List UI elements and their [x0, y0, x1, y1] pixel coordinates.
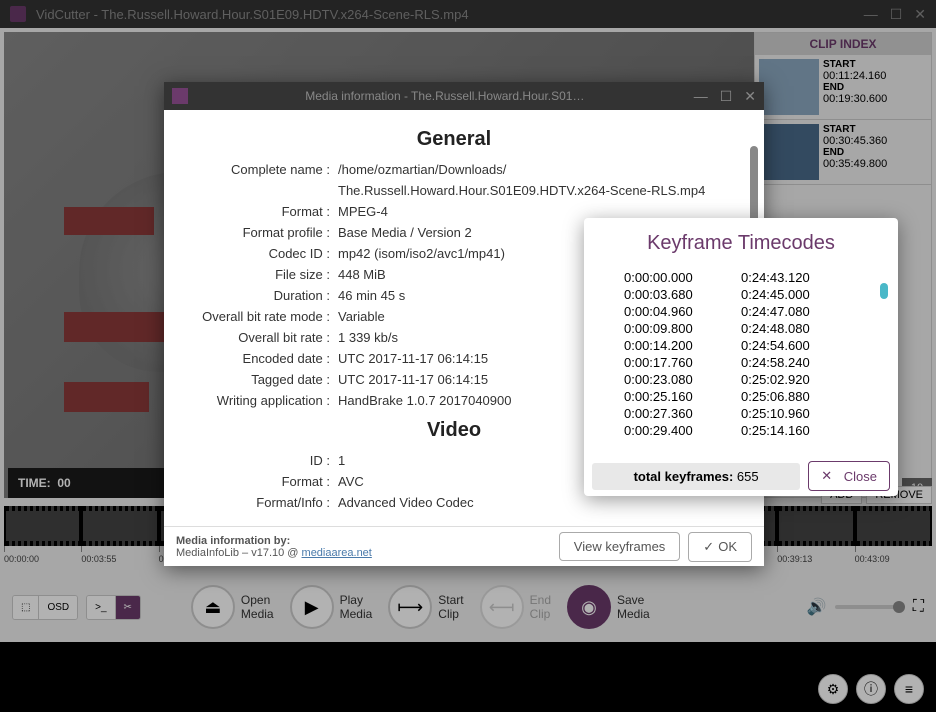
keyframe-title: Keyframe Timecodes	[584, 218, 898, 269]
dialog-titlebar[interactable]: Media information - The.Russell.Howard.H…	[164, 82, 764, 110]
app-icon	[10, 6, 26, 22]
app-title: VidCutter - The.Russell.Howard.Hour.S01E…	[36, 7, 469, 22]
info-button[interactable]: ⓘ	[856, 674, 886, 704]
clip-thumbnail	[759, 59, 819, 115]
info-icon: ⓘ	[864, 679, 878, 699]
fullscreen-icon[interactable]: ⛶	[913, 598, 924, 616]
layout-toggle[interactable]: ⬚	[13, 596, 39, 619]
end-clip-button: ⟻ EndClip	[476, 581, 555, 633]
minimize-icon[interactable]: —	[694, 88, 708, 105]
minimize-icon[interactable]: —	[864, 6, 878, 23]
check-icon: ✓	[703, 539, 714, 555]
keyframe-column: 0:00:00.0000:00:03.6800:00:04.9600:00:09…	[624, 269, 741, 449]
app-titlebar: VidCutter - The.Russell.Howard.Hour.S01E…	[0, 0, 936, 28]
volume-slider[interactable]	[835, 605, 905, 609]
start-clip-button[interactable]: ⟼ StartClip	[384, 581, 467, 633]
eject-icon: ⏏	[191, 585, 235, 629]
play-media-button[interactable]: ▶ PlayMedia	[286, 581, 377, 633]
cut-toggle[interactable]: ✂	[116, 596, 140, 619]
toolbar: ⬚ OSD >_ ✂ ⏏ OpenMedia ▶ PlayMedia ⟼ Sta…	[0, 572, 936, 642]
clip-item[interactable]: START 00:11:24.160 END 00:19:30.600	[755, 55, 931, 120]
settings-button[interactable]: ⚙	[818, 674, 848, 704]
scissors-icon: ✂	[124, 602, 132, 613]
close-icon[interactable]: ✕	[914, 6, 926, 23]
total-keyframes: total keyframes: 655	[592, 463, 800, 490]
close-icon: ✕	[821, 468, 832, 484]
clip-index-header: CLIP INDEX	[755, 33, 931, 55]
view-keyframes-button[interactable]: View keyframes	[559, 532, 681, 561]
volume-icon[interactable]: 🔊	[807, 597, 827, 617]
osd-toggle[interactable]: OSD	[39, 596, 77, 619]
end-clip-icon: ⟻	[480, 585, 524, 629]
save-icon: ◉	[567, 585, 611, 629]
keyframe-dialog: Keyframe Timecodes 0:00:00.0000:00:03.68…	[584, 218, 898, 496]
list-button[interactable]: ≡	[894, 674, 924, 704]
clip-item[interactable]: START 00:30:45.360 END 00:35:49.800	[755, 120, 931, 185]
gear-icon: ⚙	[827, 681, 840, 698]
mediaarea-link[interactable]: mediaarea.net	[302, 547, 372, 559]
maximize-icon[interactable]: ☐	[720, 88, 733, 105]
open-media-button[interactable]: ⏏ OpenMedia	[187, 581, 278, 633]
close-button[interactable]: ✕ Close	[808, 461, 890, 491]
console-toggle[interactable]: >_	[87, 596, 115, 619]
start-clip-icon: ⟼	[388, 585, 432, 629]
maximize-icon[interactable]: ☐	[890, 6, 903, 23]
app-icon	[172, 88, 188, 104]
keyframe-column: 0:24:43.1200:24:45.0000:24:47.0800:24:48…	[741, 269, 858, 449]
ok-button[interactable]: ✓OK	[688, 532, 752, 562]
section-heading: General	[174, 128, 734, 151]
play-icon: ▶	[290, 585, 334, 629]
close-icon[interactable]: ✕	[744, 88, 756, 105]
save-media-button[interactable]: ◉ SaveMedia	[563, 581, 654, 633]
clip-thumbnail	[759, 124, 819, 180]
scrollbar[interactable]	[880, 283, 888, 299]
list-icon: ≡	[905, 681, 913, 697]
